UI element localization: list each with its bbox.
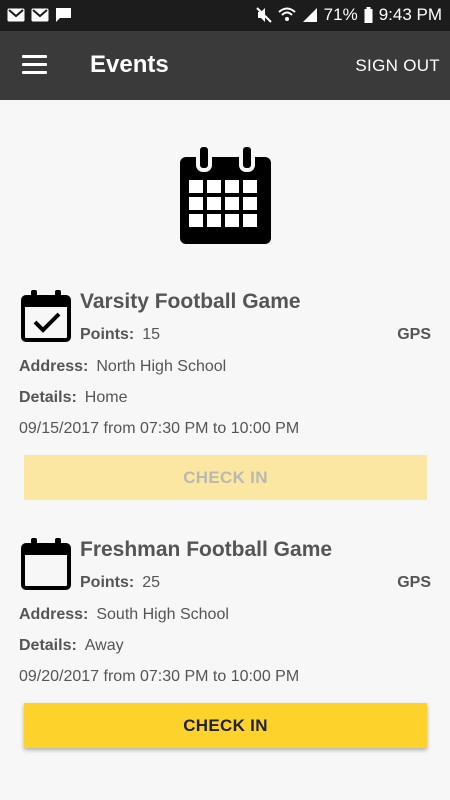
page-title: Events [90,51,169,78]
points-row: Points: 25 [80,574,160,592]
notification-icons [7,7,72,23]
battery-percentage: 71% [323,5,358,24]
details-row: Details: Home [19,389,127,407]
points-label: Points: [80,326,135,343]
details-row: Details: Away [19,637,124,655]
address-value: North High School [96,358,227,375]
event-title: Freshman Football Game [80,538,333,561]
event-card: Varsity Football Game Points: 15 GPS Addr… [0,289,450,549]
address-value: South High School [96,606,229,623]
points-label: Points: [80,574,135,591]
event-schedule: 09/15/2017 from 07:30 PM to 10:00 PM [19,420,300,437]
points-row: Points: 15 [80,326,160,344]
chat-icon [56,8,71,22]
points-value: 25 [142,574,161,591]
wifi-icon [277,7,296,21]
gps-label: GPS [397,326,431,343]
event-schedule: 09/20/2017 from 07:30 PM to 10:00 PM [19,668,300,685]
battery-icon [364,7,373,23]
clock: 9:43 PM [378,5,442,24]
signal-icon [302,8,317,22]
calendar-check-icon [21,290,71,342]
address-label: Address: [19,358,89,375]
gps-label: GPS [397,574,431,591]
details-value: Away [84,637,124,654]
event-title: Varsity Football Game [80,290,301,313]
status-bar: 71% 9:43 PM [0,0,450,31]
system-icons: 71% 9:43 PM [255,4,442,26]
check-in-button[interactable]: CHECK IN [24,703,427,748]
address-row: Address: South High School [19,606,229,624]
mute-icon [255,7,272,23]
calendar-grid-icon [180,143,271,244]
address-row: Address: North High School [19,358,226,376]
check-in-button[interactable]: CHECK IN [24,455,427,500]
gmail-icon [7,8,25,22]
event-card: Freshman Football Game Points: 25 GPS Add… [0,537,450,797]
gmail-icon [31,8,49,22]
details-value: Home [84,389,128,406]
sign-out-button[interactable]: SIGN OUT [355,56,440,76]
hamburger-menu-icon[interactable] [22,55,47,75]
app-bar: Events SIGN OUT [0,31,450,100]
details-label: Details: [19,389,77,406]
address-label: Address: [19,606,89,623]
details-label: Details: [19,637,77,654]
calendar-icon [21,538,71,590]
points-value: 15 [142,326,161,343]
